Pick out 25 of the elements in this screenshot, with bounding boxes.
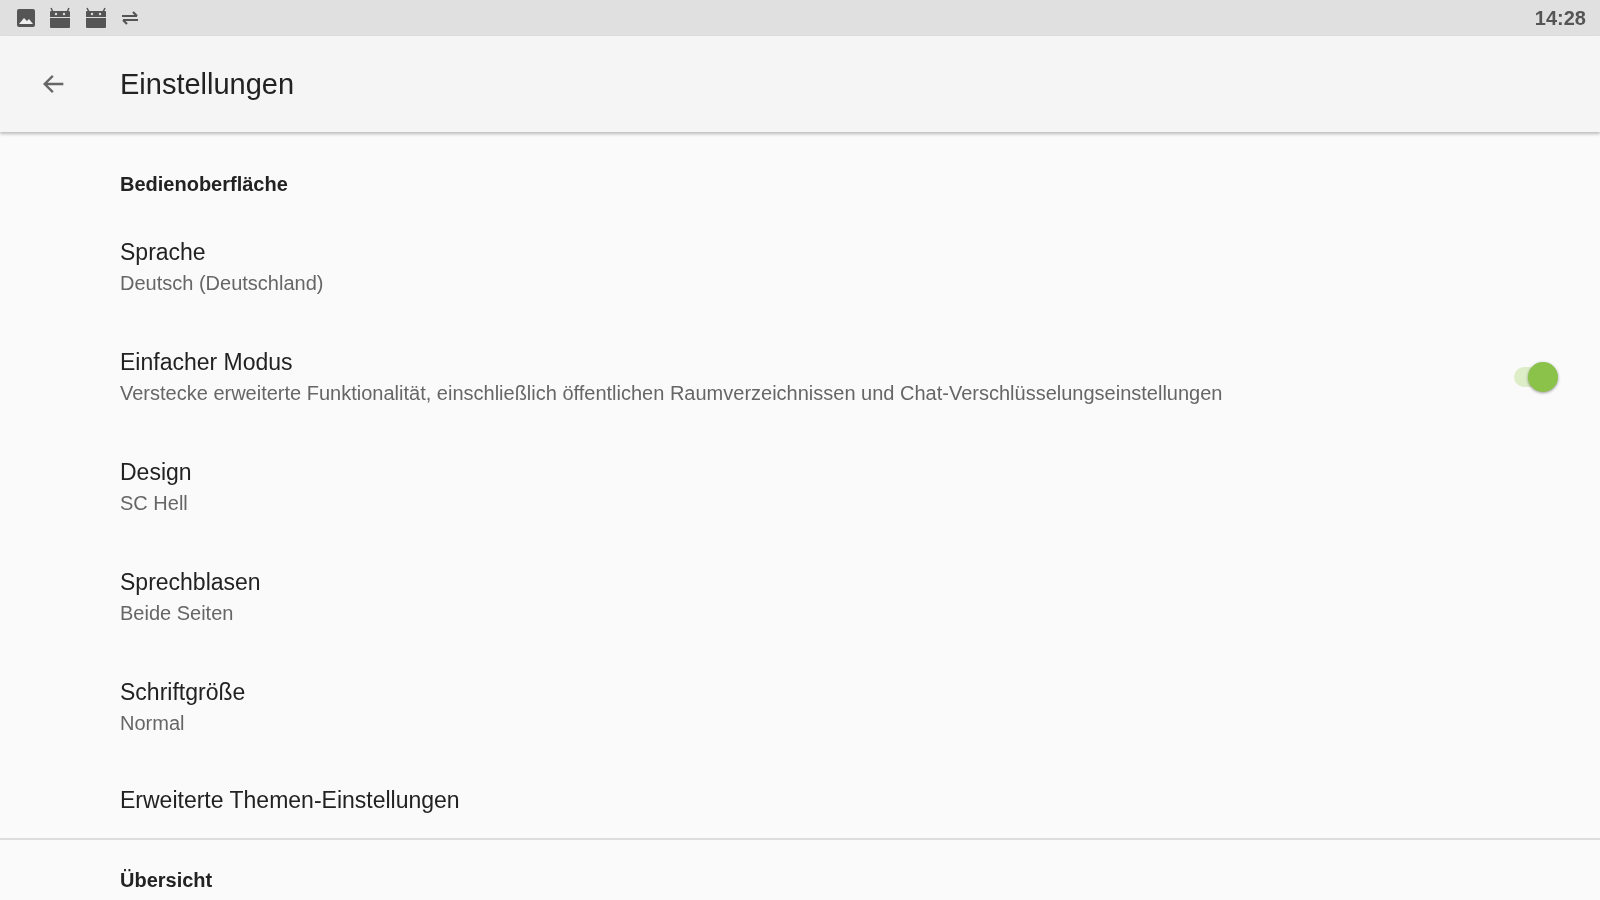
robot-icon: [48, 7, 72, 29]
item-title: Sprechblasen: [120, 568, 262, 597]
item-summary: Beide Seiten: [120, 601, 235, 626]
clock: 14:28: [1534, 6, 1586, 30]
settings-item[interactable]: Erweiterte Themen-Einstellungen: [0, 762, 1600, 838]
item-summary: Verstecke erweiterte Funktionalität, einschließlich öffentlichen Raumverzeichnissen und Chat-Verschlüsselungseinstellungen: [120, 381, 1224, 406]
settings-item[interactable]: Schriftgröße Normal: [0, 652, 1600, 762]
item-title: Design: [120, 458, 193, 487]
settings-item[interactable]: Sprache Deutsch (Deutschland): [0, 212, 1600, 322]
section-header: Bedienoberfläche: [119, 172, 289, 197]
item-title: Sprache: [120, 238, 207, 267]
item-title: Schriftgröße: [120, 678, 247, 707]
image-icon: [16, 8, 36, 28]
section-header: Übersicht: [119, 868, 214, 893]
screen-title: Einstellungen: [120, 67, 295, 101]
item-title: Einfacher Modus: [120, 348, 294, 377]
robot-icon: [84, 7, 108, 29]
item-title: Erweiterte Themen-Einstellungen: [120, 786, 461, 815]
item-summary: SC Hell: [120, 491, 189, 516]
settings-item[interactable]: Einfacher Modus Verstecke erweiterte Funktionalität, einschließlich öffentlichen Raumverzeichnissen und Chat-Verschlüsselungseinstellungen: [0, 322, 1600, 432]
settings-item[interactable]: Design SC Hell: [0, 432, 1600, 542]
transfer-icon: [120, 10, 140, 26]
item-summary: Deutsch (Deutschland): [120, 271, 325, 296]
settings-item[interactable]: Sprechblasen Beide Seiten: [0, 542, 1600, 652]
item-summary: Normal: [120, 711, 186, 736]
